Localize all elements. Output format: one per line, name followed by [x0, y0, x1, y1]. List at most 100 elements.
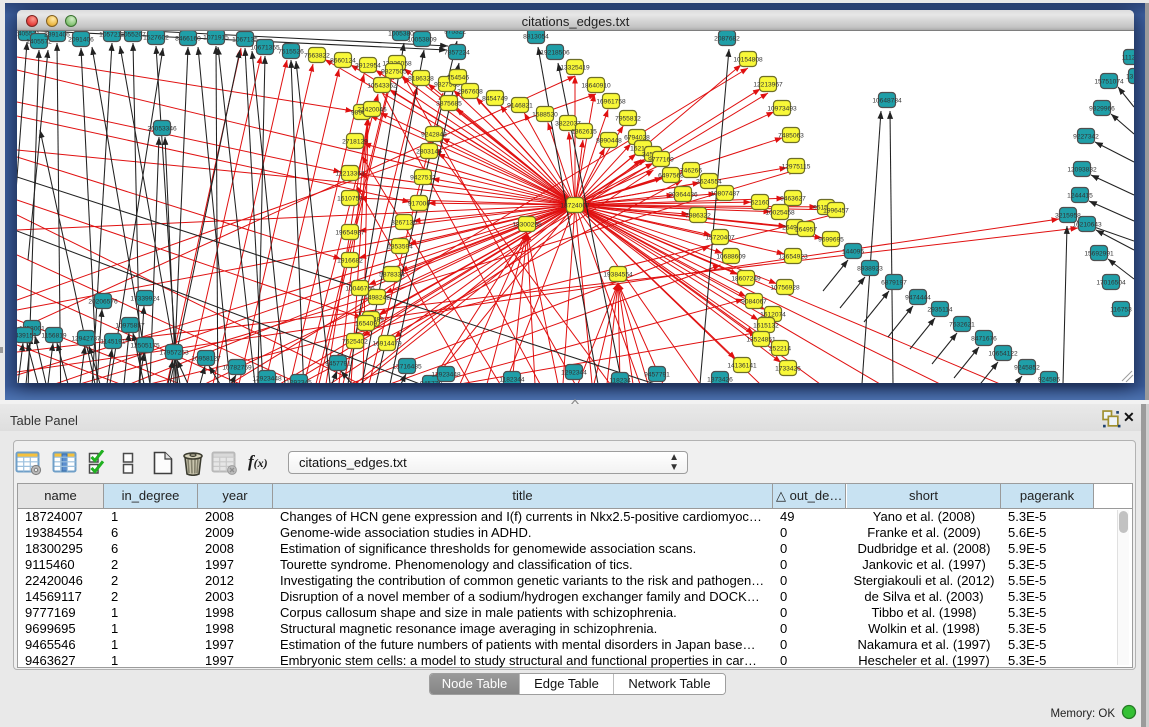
svg-text:10756928: 10756928 [770, 285, 800, 292]
svg-text:10648784: 10648784 [872, 98, 902, 105]
svg-text:1612074: 1612074 [760, 312, 786, 319]
svg-text:975322: 975322 [444, 31, 466, 36]
svg-text:1145191: 1145191 [100, 339, 126, 346]
svg-text:9427512: 9427512 [410, 175, 436, 182]
svg-text:1996457: 1996457 [823, 208, 849, 215]
svg-text:10154808: 10154808 [733, 57, 763, 64]
svg-text:3875685: 3875685 [436, 101, 462, 108]
svg-text:1071915: 1071915 [203, 35, 229, 42]
svg-text:9515449: 9515449 [813, 205, 839, 212]
svg-text:9329966: 9329966 [1089, 106, 1115, 113]
svg-text:3215958: 3215958 [1055, 213, 1081, 220]
svg-text:754546: 754546 [447, 75, 469, 82]
svg-text:3912954: 3912954 [355, 63, 381, 70]
svg-text:2087682: 2087682 [714, 36, 740, 43]
svg-text:18724007: 18724007 [560, 203, 590, 210]
svg-text:1057213: 1057213 [99, 32, 125, 39]
svg-text:17339924: 17339924 [130, 296, 160, 303]
svg-text:8813054: 8813054 [523, 34, 549, 41]
svg-text:2391406: 2391406 [44, 32, 70, 39]
svg-text:16961758: 16961758 [596, 99, 626, 106]
svg-text:13325419: 13325419 [560, 65, 590, 72]
svg-text:17016504: 17016504 [1096, 280, 1126, 287]
svg-text:111211: 111211 [1122, 55, 1134, 62]
svg-text:1067135: 1067135 [232, 37, 258, 44]
svg-text:8938923: 8938923 [857, 266, 883, 273]
svg-text:13226058: 13226058 [382, 61, 412, 68]
svg-text:26053346: 26053346 [147, 126, 177, 133]
svg-text:18640910: 18640910 [581, 83, 611, 90]
svg-text:1405572: 1405572 [26, 39, 52, 46]
svg-text:7632621: 7632621 [949, 322, 975, 329]
svg-text:12942737: 12942737 [71, 336, 101, 343]
svg-text:5878334: 5878334 [379, 272, 405, 279]
svg-text:2405571: 2405571 [17, 31, 40, 38]
svg-text:8186328: 8186328 [408, 76, 434, 83]
svg-text:9474444: 9474444 [905, 295, 931, 302]
svg-text:2649574: 2649574 [782, 225, 808, 232]
svg-text:1362615: 1362615 [571, 129, 597, 136]
svg-text:945779: 945779 [420, 381, 442, 384]
svg-text:1244415: 1244415 [1067, 193, 1093, 200]
svg-text:7663822: 7663822 [304, 53, 330, 60]
svg-text:9146821: 9146821 [507, 103, 533, 110]
svg-text:1498242: 1498242 [364, 295, 390, 302]
svg-text:14136141: 14136141 [727, 363, 757, 370]
svg-text:7515526: 7515526 [278, 49, 304, 56]
svg-text:1588520: 1588520 [532, 112, 558, 119]
svg-text:1453001: 1453001 [19, 326, 45, 333]
svg-text:19654987: 19654987 [335, 230, 365, 237]
svg-text:6497568: 6497568 [658, 173, 684, 180]
svg-text:144095: 144095 [842, 249, 864, 256]
svg-text:6794028: 6794028 [624, 135, 650, 142]
svg-text:12923448: 12923448 [431, 372, 461, 379]
svg-text:9777169: 9777169 [648, 157, 674, 164]
svg-text:252214: 252214 [769, 346, 791, 353]
svg-text:9227342: 9227342 [1073, 134, 1099, 141]
svg-text:1292345: 1292345 [286, 380, 312, 384]
svg-text:8990448: 8990448 [596, 138, 622, 145]
svg-text:13654923: 13654923 [778, 254, 808, 261]
svg-text:1610755: 1610755 [337, 196, 363, 203]
svg-text:8660124: 8660124 [330, 58, 356, 65]
svg-text:10025458: 10025458 [765, 210, 795, 217]
svg-text:9327505: 9327505 [381, 69, 407, 76]
svg-text:116753: 116753 [1110, 307, 1132, 314]
svg-text:10782759: 10782759 [222, 365, 252, 372]
svg-text:19384554: 19384554 [603, 272, 633, 279]
svg-text:1156819: 1156819 [41, 333, 67, 340]
svg-text:9699695: 9699695 [818, 237, 844, 244]
svg-text:20206576: 20206576 [88, 299, 118, 306]
svg-text:1005380: 1005380 [388, 31, 414, 38]
svg-text:15692991: 15692991 [1084, 251, 1114, 258]
svg-text:10671355: 10671355 [250, 45, 280, 52]
svg-text:7625402: 7625402 [342, 339, 368, 346]
svg-text:10046766: 10046766 [345, 286, 375, 293]
svg-text:1527602: 1527602 [143, 35, 169, 42]
svg-text:10958127: 10958127 [191, 356, 221, 363]
svg-text:118234: 118234 [609, 378, 631, 384]
svg-text:10973493: 10973493 [767, 106, 797, 113]
svg-text:924585: 924585 [1038, 377, 1060, 384]
svg-text:10688609: 10688609 [716, 254, 746, 261]
svg-text:15720407: 15720407 [705, 235, 735, 242]
svg-text:9457791: 9457791 [644, 372, 670, 379]
svg-text:2967608: 2967608 [457, 89, 483, 96]
svg-text:345981: 345981 [642, 152, 664, 159]
svg-text:8466160: 8466160 [175, 36, 201, 43]
svg-text:13524851: 13524851 [746, 337, 776, 344]
svg-text:165409: 165409 [355, 321, 377, 328]
svg-text:746266: 746266 [680, 168, 702, 175]
svg-text:12975115: 12975115 [782, 164, 811, 171]
svg-text:4099489: 4099489 [358, 317, 384, 324]
svg-text:19218506: 19218506 [540, 50, 570, 57]
svg-text:9327508: 9327508 [434, 82, 460, 89]
svg-text:18607249: 18607249 [731, 276, 761, 283]
svg-text:917006: 917006 [408, 201, 430, 208]
svg-text:1373426: 1373426 [707, 377, 733, 384]
svg-text:10807487: 10807487 [710, 191, 740, 198]
svg-text:16914479: 16914479 [372, 341, 402, 348]
svg-text:2935114: 2935114 [927, 307, 953, 314]
svg-text:10543362: 10543362 [367, 83, 397, 90]
svg-text:1353594: 1353594 [387, 244, 413, 251]
